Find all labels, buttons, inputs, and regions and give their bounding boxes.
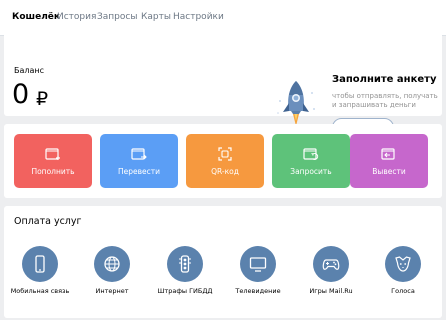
tab-requests[interactable]: Запросы: [97, 12, 137, 22]
service-television[interactable]: Телевидение: [226, 246, 290, 316]
wallet-plus-icon: [45, 148, 60, 160]
balance-label: Баланс: [14, 66, 45, 75]
services-card: Оплата услуг Мобильная связь Интернет Шт…: [4, 206, 442, 318]
globe-icon: [104, 256, 120, 272]
actions-card: Пополнить Перевести QR-код Запросить Выв…: [4, 124, 442, 198]
service-traffic-fines[interactable]: Штрафы ГИБДД: [153, 246, 217, 316]
transfer-icon: [131, 148, 147, 160]
top-up-button[interactable]: Пополнить: [14, 134, 92, 188]
withdraw-label: Вывести: [372, 167, 406, 176]
tab-wallet[interactable]: Кошелёк: [12, 12, 60, 22]
service-label: Мобильная связь: [10, 287, 70, 295]
withdraw-button[interactable]: Вывести: [350, 134, 428, 188]
tab-settings[interactable]: Настройки: [173, 12, 224, 22]
qr-code-label: QR-код: [211, 167, 239, 176]
service-icon-circle: [385, 246, 421, 282]
service-icon-circle: [167, 246, 203, 282]
service-mobile[interactable]: Мобильная связь: [8, 246, 72, 316]
transfer-label: Перевести: [117, 167, 161, 176]
qr-scan-icon: [218, 147, 232, 161]
qr-code-button[interactable]: QR-код: [186, 134, 264, 188]
request-button[interactable]: Запросить: [272, 134, 350, 188]
mobile-phone-icon: [35, 255, 45, 273]
tab-cards[interactable]: Карты: [141, 12, 171, 22]
withdraw-icon: [381, 148, 395, 160]
service-icon-circle: [313, 246, 349, 282]
transfer-button[interactable]: Перевести: [100, 134, 178, 188]
vote-icon: [395, 256, 411, 272]
promo-title: Заполните анкету: [332, 74, 437, 85]
service-label: Интернет: [95, 287, 129, 295]
promo-description: чтобы отправлять, получать и запрашивать…: [332, 92, 438, 109]
service-icon-circle: [94, 246, 130, 282]
tv-icon: [249, 257, 267, 272]
services-title: Оплата услуг: [14, 216, 82, 227]
service-games[interactable]: Игры Mail.Ru: [299, 246, 363, 316]
tab-history[interactable]: История: [57, 12, 96, 22]
balance-value: 0: [12, 79, 30, 110]
service-label: Штрафы ГИБДД: [157, 287, 213, 295]
currency-sign: ₽: [36, 88, 49, 110]
balance-card: Баланс 0 ₽ Заполните анкету чтобы отправ…: [4, 30, 442, 137]
service-votes[interactable]: Голоса: [371, 246, 435, 316]
service-label: Игры Mail.Ru: [309, 287, 353, 295]
service-icon-circle: [22, 246, 58, 282]
gamepad-icon: [322, 259, 340, 270]
request-label: Запросить: [290, 167, 332, 176]
service-label: Голоса: [391, 287, 415, 295]
service-icon-circle: [240, 246, 276, 282]
traffic-light-icon: [179, 255, 191, 273]
service-label: Телевидение: [235, 287, 281, 295]
rocket-icon: [277, 81, 315, 126]
service-internet[interactable]: Интернет: [80, 246, 144, 316]
top-up-label: Пополнить: [31, 167, 75, 176]
request-icon: [303, 148, 319, 160]
